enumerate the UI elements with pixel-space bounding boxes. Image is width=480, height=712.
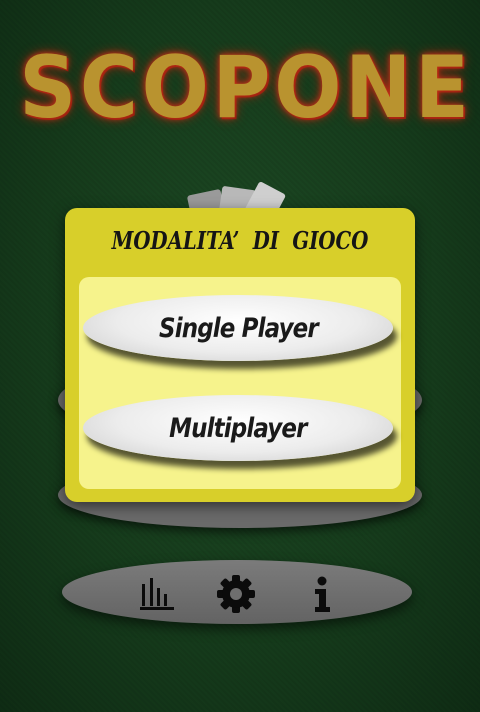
game-logo: SCOPONE <box>19 38 473 138</box>
bottom-toolbar <box>62 560 412 624</box>
settings-gear-icon[interactable] <box>216 574 256 614</box>
multiplayer-button[interactable]: Multiplayer <box>83 395 393 461</box>
dialog-title: MODALITA’ DI GIOCO <box>111 226 369 255</box>
multiplayer-label: Multiplayer <box>169 412 307 444</box>
statistics-icon[interactable] <box>138 574 178 614</box>
single-player-button[interactable]: Single Player <box>83 295 393 361</box>
dialog-body: Single Player Multiplayer <box>79 277 401 489</box>
game-mode-dialog: MODALITA’ DI GIOCO Single Player Multipl… <box>65 208 415 502</box>
info-icon[interactable] <box>302 574 342 614</box>
single-player-label: Single Player <box>158 312 319 344</box>
